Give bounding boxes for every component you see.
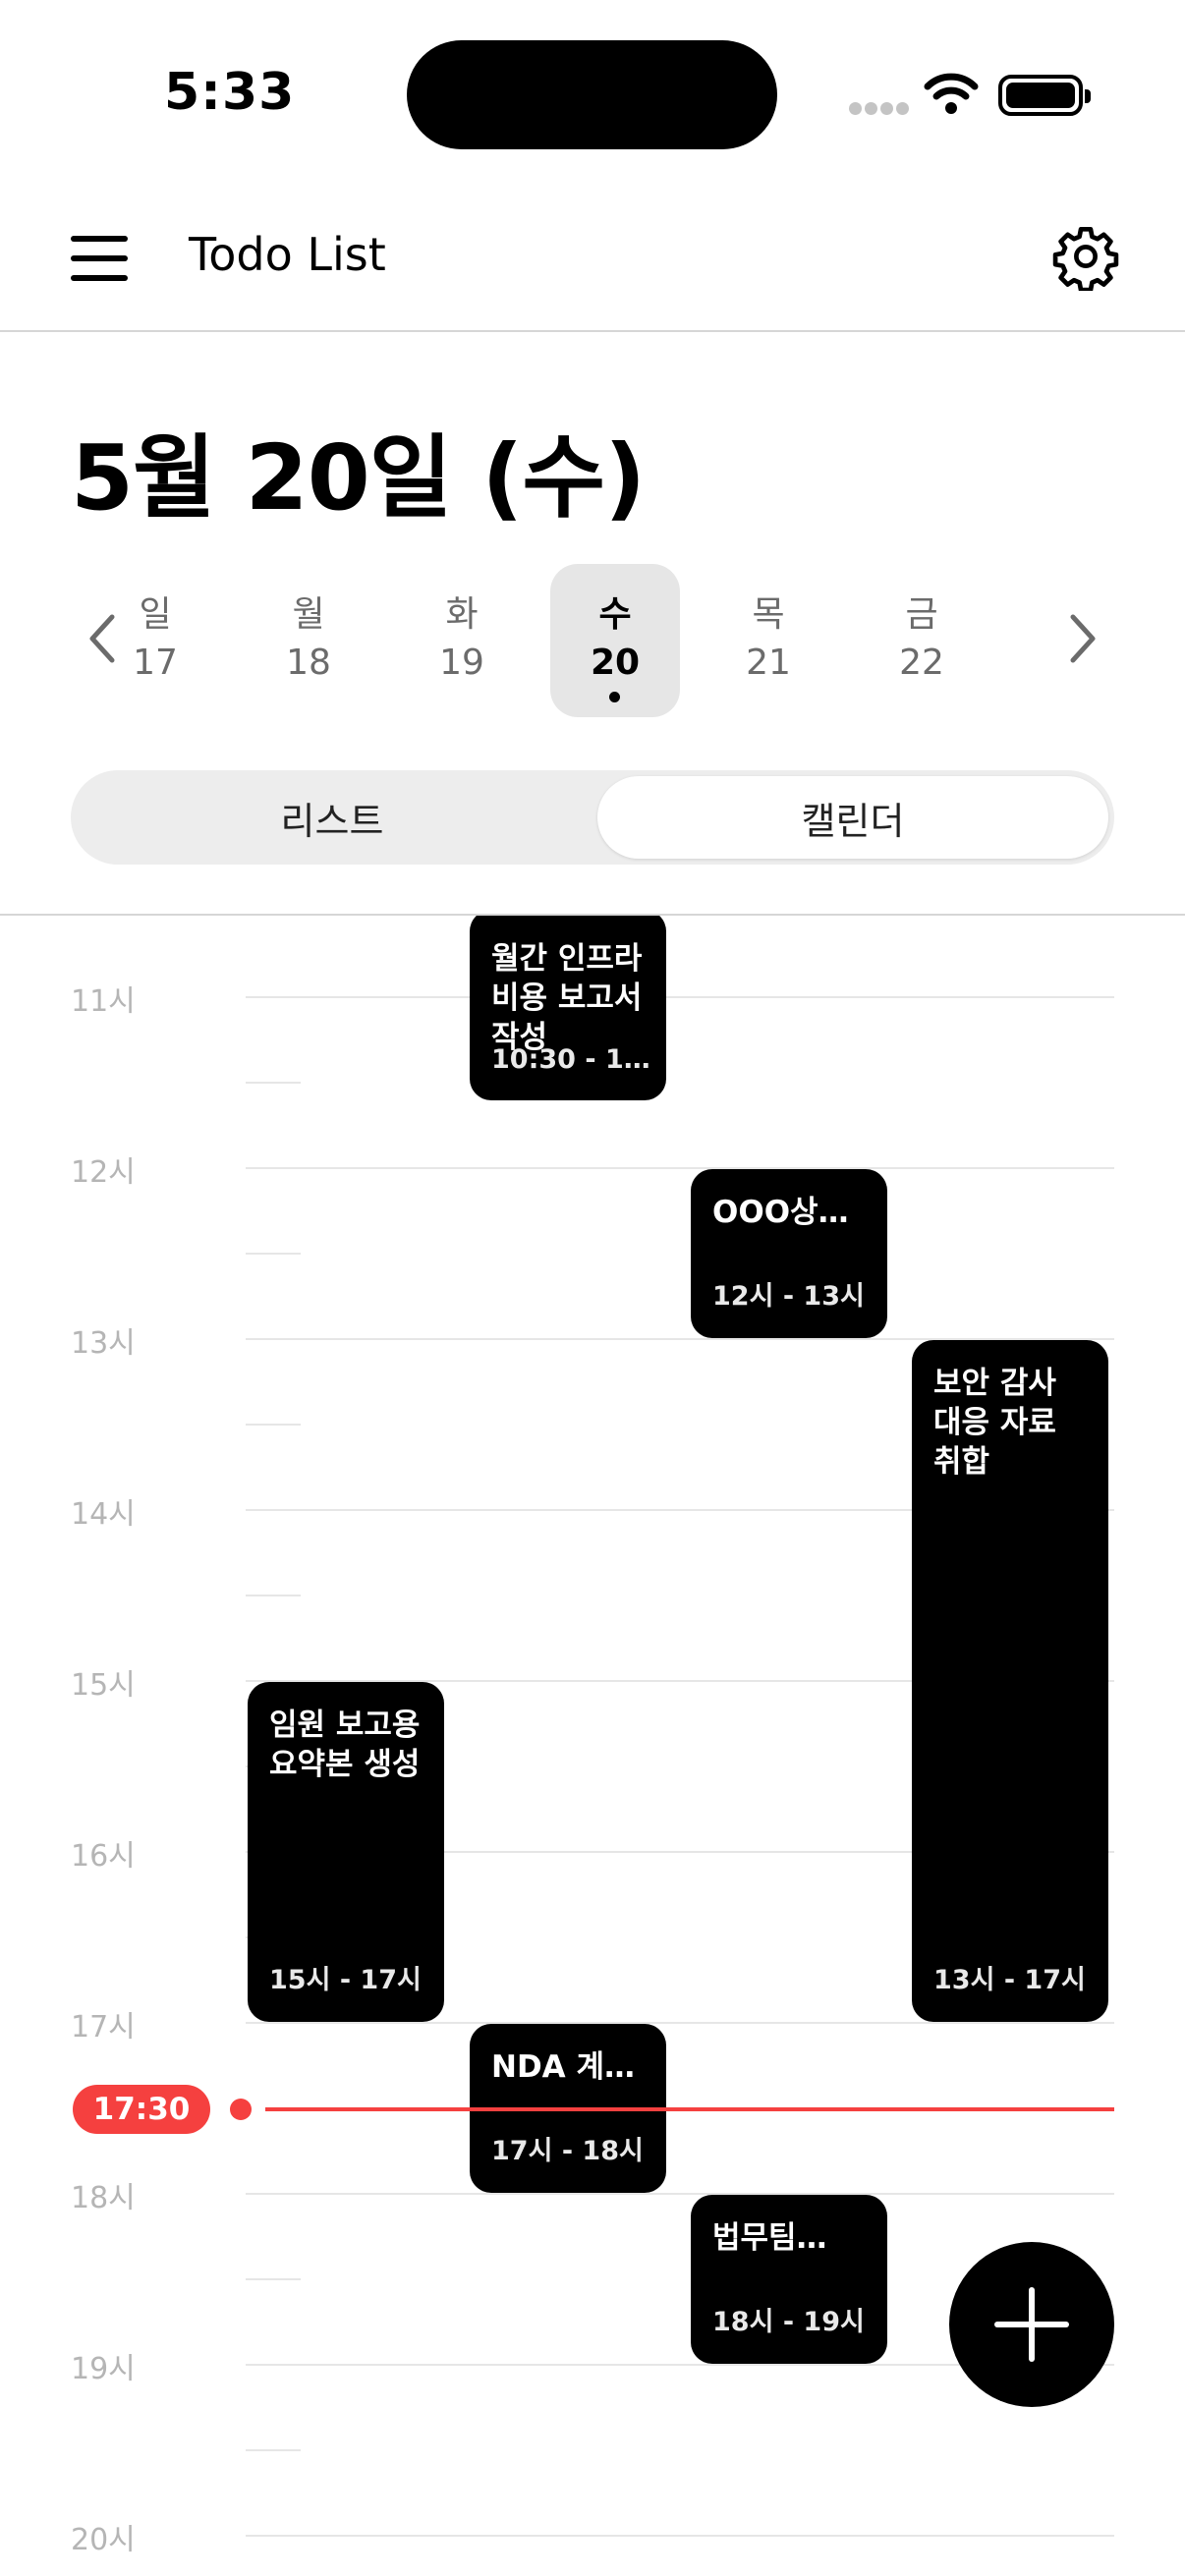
current-time-badge: 17:30 (73, 2085, 210, 2134)
half-hour-tick (246, 1082, 301, 1084)
event-card[interactable]: 보안 감사 대응 자료 취합 13시 - 17시 (912, 1340, 1108, 2022)
selected-date-title: 5월 20일 (수) (71, 425, 646, 531)
event-title: NDA 계… (491, 2049, 635, 2085)
half-hour-tick (246, 2449, 301, 2451)
hour-label: 14시 (71, 1497, 136, 1532)
view-segmented-control: 리스트 캘린더 (71, 770, 1114, 865)
hour-label: 12시 (71, 1155, 136, 1190)
current-time-line (265, 2107, 1114, 2111)
event-time: 18시 - 19시 (712, 2307, 865, 2337)
dynamic-island (407, 40, 777, 149)
event-card[interactable]: 월간 인프라 비용 보고서 작성 10:30 - 1… (470, 916, 666, 1100)
half-hour-tick (246, 2278, 301, 2280)
hour-gridline (246, 2535, 1114, 2537)
day-sun[interactable]: 일 17 (90, 564, 220, 717)
event-time: 15시 - 17시 (269, 1965, 422, 1995)
day-mon[interactable]: 월 18 (244, 564, 373, 717)
day-weekday: 수 (598, 594, 632, 635)
hour-gridline (246, 1167, 1114, 1169)
event-card[interactable]: OOO상… 12시 - 13시 (691, 1169, 887, 1338)
hour-label: 17시 (71, 2010, 136, 2044)
event-time: 13시 - 17시 (933, 1965, 1086, 1995)
day-number: 17 (133, 643, 178, 683)
gear-icon[interactable] (1051, 222, 1120, 291)
day-weekday: 목 (752, 594, 785, 635)
day-number: 19 (439, 643, 484, 683)
event-card[interactable]: 임원 보고용 요약본 생성 15시 - 17시 (248, 1682, 444, 2022)
status-bar: 5:33 (0, 0, 1185, 187)
battery-icon (998, 75, 1091, 116)
half-hour-tick (246, 1424, 301, 1426)
day-number: 18 (286, 643, 331, 683)
chevron-right-icon[interactable] (1055, 609, 1106, 668)
add-todo-button[interactable] (949, 2242, 1114, 2407)
app-title: Todo List (189, 228, 386, 281)
hour-label: 15시 (71, 1668, 136, 1703)
hour-label: 18시 (71, 2181, 136, 2215)
status-time: 5:33 (164, 63, 296, 122)
event-title: 월간 인프라 비용 보고서 작성 (491, 941, 643, 1055)
event-time: 10:30 - 1… (491, 1044, 650, 1075)
hour-gridline (246, 2193, 1114, 2195)
day-number: 22 (899, 643, 944, 683)
event-indicator-dot (609, 692, 620, 702)
app-header: Todo List (0, 187, 1185, 332)
event-title: 보안 감사 대응 자료 취합 (933, 1366, 1056, 1480)
day-weekday: 일 (139, 594, 172, 635)
half-hour-tick (246, 1253, 301, 1255)
day-weekday: 화 (445, 594, 479, 635)
day-number: 21 (746, 643, 791, 683)
week-strip: 일 17 월 18 화 19 수 20 목 21 금 22 (0, 558, 1185, 719)
day-thu[interactable]: 목 21 (704, 564, 833, 717)
hour-label: 20시 (71, 2523, 136, 2557)
event-card[interactable]: 법무팀… 18시 - 19시 (691, 2195, 887, 2364)
day-fri[interactable]: 금 22 (857, 564, 987, 717)
day-weekday: 금 (905, 594, 938, 635)
menu-icon[interactable] (71, 236, 128, 281)
day-number: 20 (590, 643, 641, 683)
event-title: 법무팀… (712, 2220, 827, 2256)
hour-label: 16시 (71, 1839, 136, 1874)
day-tue[interactable]: 화 19 (397, 564, 527, 717)
half-hour-tick (246, 1595, 301, 1596)
current-time-dot (230, 2099, 252, 2120)
hour-gridline (246, 2022, 1114, 2024)
hour-label: 13시 (71, 1326, 136, 1361)
event-title: OOO상… (712, 1195, 849, 1230)
segment-list[interactable]: 리스트 (77, 776, 588, 859)
day-wed-selected[interactable]: 수 20 (550, 564, 680, 717)
hour-label: 19시 (71, 2352, 136, 2386)
hour-label: 11시 (71, 984, 136, 1019)
event-title: 임원 보고용 요약본 생성 (269, 1708, 421, 1782)
hour-gridline (246, 996, 1114, 998)
event-time: 12시 - 13시 (712, 1281, 865, 1312)
day-weekday: 월 (292, 594, 325, 635)
event-time: 17시 - 18시 (491, 2136, 644, 2166)
cellular-signal-icon (849, 102, 909, 116)
wifi-icon (924, 73, 979, 114)
segment-calendar[interactable]: 캘린더 (597, 776, 1108, 859)
